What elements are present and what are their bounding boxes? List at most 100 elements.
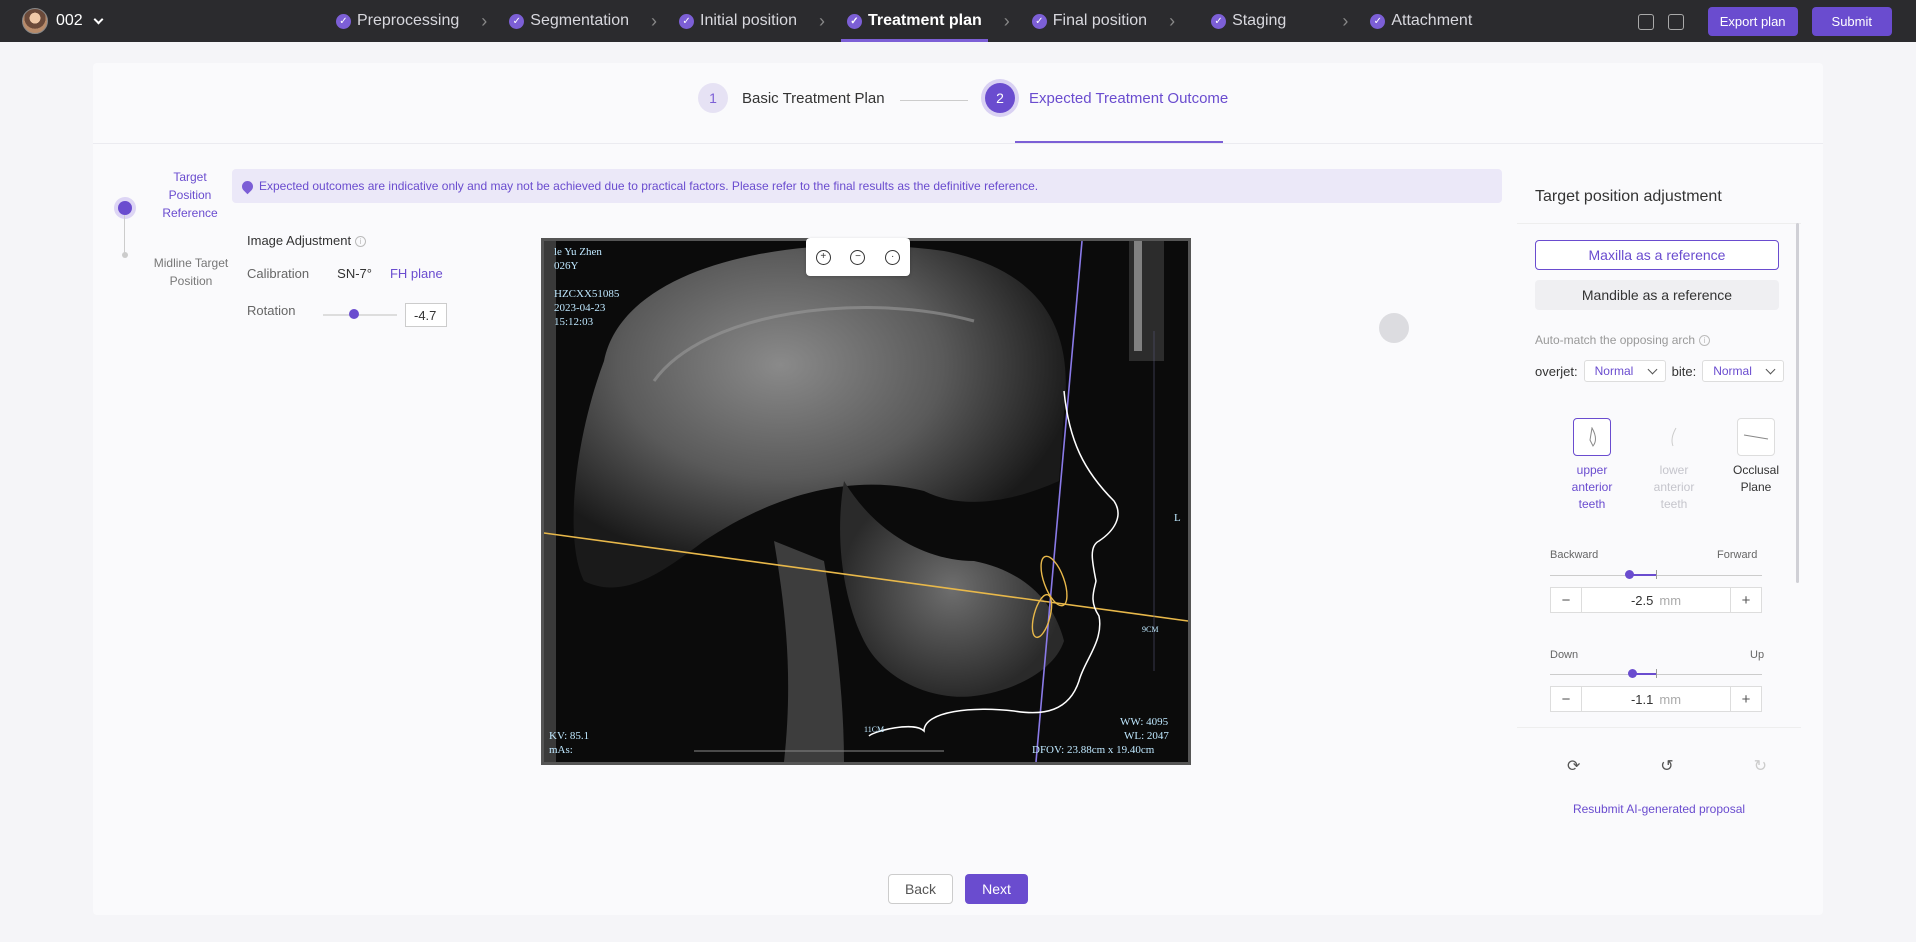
check-icon: ✓ [1211, 13, 1227, 29]
phase-expected-outcome[interactable]: 2 Expected Treatment Outcome [985, 83, 1228, 113]
phase-number: 1 [698, 83, 728, 113]
divider [93, 143, 1823, 144]
step-preprocessing[interactable]: ✓ Preprocessing [330, 0, 465, 42]
check-icon: ✓ [846, 13, 862, 29]
xray-wl: WL: 2047 [1124, 730, 1169, 742]
calibration-sn-option[interactable]: SN-7° [337, 266, 372, 281]
phase-basic-treatment-plan[interactable]: 1 Basic Treatment Plan [698, 83, 885, 113]
back-button[interactable]: Back [888, 874, 953, 904]
step-staging[interactable]: ✓ Staging [1205, 0, 1292, 42]
step-attachment[interactable]: ✓ Attachment [1364, 0, 1478, 42]
increment-button[interactable]: + [1731, 687, 1761, 711]
avatar [22, 8, 48, 34]
bite-select[interactable]: Normal [1702, 360, 1785, 382]
fit-to-screen-icon[interactable]: · [885, 249, 901, 265]
phase-active-underline [1015, 141, 1223, 143]
scrollbar[interactable] [1796, 223, 1799, 583]
zoom-in-icon[interactable]: + [815, 249, 831, 265]
image-icon[interactable] [1667, 13, 1684, 30]
mandible-reference-button[interactable]: Mandible as a reference [1535, 280, 1779, 310]
slider-zero-tick [1656, 669, 1657, 678]
chevron-right-icon: › [818, 10, 825, 31]
divider [1517, 727, 1801, 728]
nav-midline-target-position[interactable]: Midline Target Position [148, 254, 234, 290]
xray-time: 15:12:03 [554, 316, 594, 328]
resubmit-ai-proposal-link[interactable]: Resubmit AI-generated proposal [1517, 802, 1801, 816]
overjet-select[interactable]: Normal [1583, 360, 1666, 382]
submit-button[interactable]: Submit [1811, 7, 1892, 36]
xray-ww: WW: 4095 [1120, 716, 1169, 728]
rotation-slider-track[interactable] [323, 314, 397, 316]
nav-dot-active [118, 201, 132, 215]
decrement-button[interactable]: − [1551, 687, 1581, 711]
upper-anterior-teeth-option[interactable]: upper anterior teeth [1557, 418, 1627, 513]
panel-title: Target position adjustment [1535, 188, 1722, 205]
forward-backward-handle[interactable] [1625, 570, 1634, 579]
xray-patient-age: 026Y [554, 260, 579, 272]
upper-tooth-icon [1573, 418, 1611, 456]
next-button[interactable]: Next [965, 874, 1028, 904]
chevron-right-icon: › [1003, 10, 1010, 31]
increment-button[interactable]: + [1731, 588, 1761, 612]
calibration-fh-option[interactable]: FH plane [390, 266, 443, 281]
image-adjustment-title: Image Adjustment i [247, 233, 367, 248]
alert-text: Expected outcomes are indicative only an… [259, 179, 1039, 193]
phase-number: 2 [985, 83, 1015, 113]
export-plan-button[interactable]: Export plan [1707, 7, 1798, 36]
phase-label: Expected Treatment Outcome [1029, 89, 1229, 107]
inbox-icon[interactable] [1637, 13, 1654, 30]
up-label: Up [1750, 649, 1765, 661]
chevron-right-icon: › [481, 10, 488, 31]
check-icon: ✓ [1370, 13, 1386, 29]
xray-patient-name: le Yu Zhen [554, 246, 602, 258]
maxilla-reference-button[interactable]: Maxilla as a reference [1535, 240, 1779, 270]
patient-id: 002 [56, 12, 83, 29]
zoom-out-icon[interactable]: − [850, 249, 866, 265]
reset-icon[interactable]: ⟳ [1567, 756, 1580, 776]
forward-backward-stepper: − -2.5 mm + [1550, 587, 1762, 613]
cursor-highlight [1379, 313, 1409, 343]
overjet-label: overjet: [1535, 363, 1578, 379]
lower-tooth-icon [1655, 418, 1693, 456]
down-label: Down [1550, 649, 1579, 661]
rotation-label: Rotation [247, 303, 296, 318]
occlusal-plane-option[interactable]: Occlusal Plane [1721, 418, 1791, 496]
xray-side-marker: L [1174, 512, 1181, 524]
step-segmentation[interactable]: ✓ Segmentation [503, 0, 635, 42]
top-actions: Export plan Submit [1637, 7, 1892, 36]
rotation-slider-handle[interactable] [349, 309, 359, 319]
xray-ruler-label: 9CM [1142, 625, 1159, 634]
up-down-input[interactable]: -1.1 mm [1581, 687, 1731, 711]
calibration-row: Calibration SN-7° FH plane [247, 266, 443, 281]
forward-backward-input[interactable]: -2.5 mm [1581, 588, 1731, 612]
check-icon: ✓ [509, 13, 525, 29]
decrement-button[interactable]: − [1551, 588, 1581, 612]
undo-icon[interactable]: ↺ [1660, 756, 1673, 776]
phase-connector [900, 100, 968, 101]
step-initial-position[interactable]: ✓ Initial position [673, 0, 803, 42]
info-icon[interactable]: i [355, 236, 367, 247]
up-down-handle[interactable] [1628, 669, 1637, 678]
chevron-down-icon [93, 14, 104, 24]
chevron-right-icon: › [1169, 10, 1176, 31]
overjet-bite-row: overjet: Normal bite: Normal [1535, 360, 1785, 382]
patient-selector[interactable]: 002 [22, 8, 104, 34]
rotation-input[interactable]: -4.7 [405, 303, 447, 327]
chevron-right-icon: › [651, 10, 658, 31]
check-icon: ✓ [679, 13, 695, 29]
step-treatment-plan[interactable]: ✓ Treatment plan [840, 0, 988, 42]
target-position-panel: Target position adjustment Maxilla as a … [1517, 168, 1801, 848]
backward-label: Backward [1550, 549, 1599, 561]
redo-icon[interactable]: ↻ [1754, 756, 1767, 776]
slider-zero-tick [1656, 570, 1657, 579]
xray-ruler-label: 11CM [864, 725, 885, 734]
lower-anterior-teeth-option[interactable]: lower anterior teeth [1639, 418, 1709, 513]
xray-image [544, 241, 1188, 762]
xray-kv: KV: 85.1 [549, 730, 590, 742]
info-icon[interactable]: i [1699, 335, 1711, 346]
nav-target-position-reference[interactable]: Target Position Reference [160, 168, 220, 222]
step-final-position[interactable]: ✓ Final position [1026, 0, 1153, 42]
cephalometric-xray[interactable]: le Yu Zhen 026Y HZCXX51085 2023-04-23 15… [541, 238, 1191, 765]
occlusal-plane-icon [1737, 418, 1775, 456]
xray-dfov: DFOV: 23.88cm x 19.40cm [1032, 744, 1155, 756]
